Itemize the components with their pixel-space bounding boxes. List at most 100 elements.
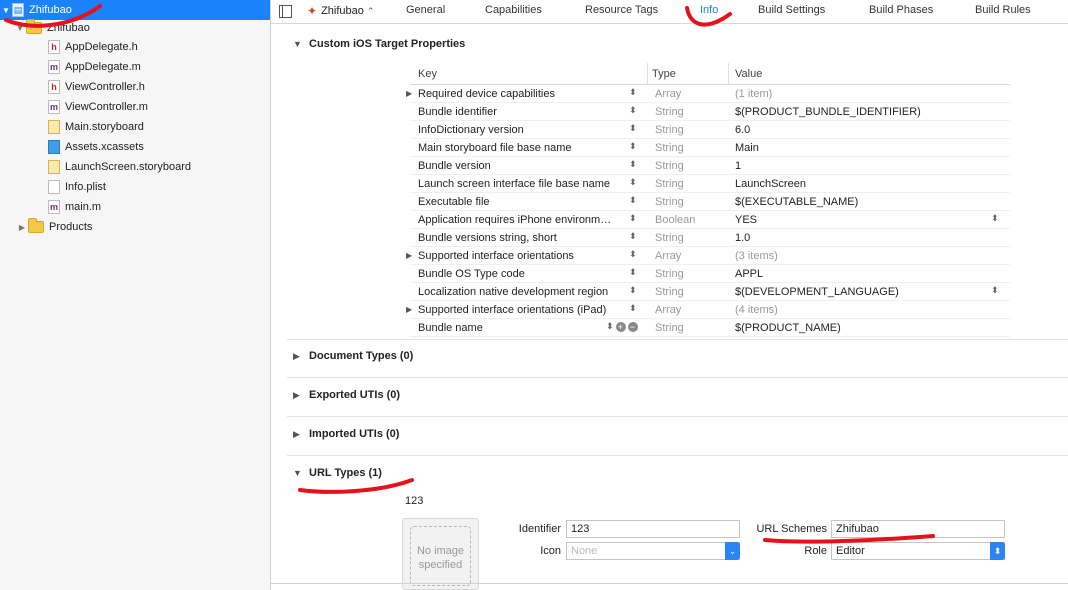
column-header-key[interactable]: Key: [418, 68, 437, 80]
chevron-updown-icon[interactable]: ⬍: [629, 249, 637, 260]
chevron-updown-icon[interactable]: ⬍: [629, 267, 637, 278]
navigator-item-project[interactable]: ▼ ▤ Zhifubao: [0, 0, 270, 20]
section-imported-utis[interactable]: ▶ Imported UTIs (0): [293, 428, 399, 440]
section-custom-properties[interactable]: ▼ Custom iOS Target Properties: [293, 38, 465, 50]
chevron-updown-icon[interactable]: ⬍: [629, 123, 637, 134]
disclosure-closed-icon[interactable]: ▶: [406, 305, 412, 314]
chevron-updown-icon[interactable]: ⬍: [629, 285, 637, 296]
tab-build-settings[interactable]: Build Settings: [758, 4, 825, 16]
icon-combo[interactable]: None ⌄: [566, 542, 740, 560]
table-row[interactable]: Launch screen interface file base name ⬍…: [410, 175, 1010, 193]
role-popup[interactable]: Editor ⬍: [831, 542, 1005, 560]
row-type[interactable]: String: [655, 178, 684, 190]
chevron-down-icon[interactable]: ⌄: [725, 542, 740, 560]
navigator-file-item[interactable]: h AppDelegate.h: [0, 37, 270, 57]
row-type[interactable]: String: [655, 196, 684, 208]
column-separator[interactable]: [647, 63, 648, 84]
navigator-file-item[interactable]: Assets.xcassets: [0, 137, 270, 157]
row-value[interactable]: YES: [735, 214, 757, 226]
table-row[interactable]: Main storyboard file base name ⬍ String …: [410, 139, 1010, 157]
table-row[interactable]: Localization native development region ⬍…: [410, 283, 1010, 301]
disclosure-closed-icon[interactable]: ▶: [293, 351, 309, 362]
row-type[interactable]: String: [655, 106, 684, 118]
chevron-updown-icon[interactable]: ⬍: [629, 195, 637, 206]
tab-resource-tags[interactable]: Resource Tags: [585, 4, 658, 16]
row-type[interactable]: Array: [655, 250, 681, 262]
table-row[interactable]: Bundle versions string, short ⬍ String 1…: [410, 229, 1010, 247]
navigator-file-item[interactable]: m ViewController.m: [0, 97, 270, 117]
table-row[interactable]: Bundle name ⬍ + − String $(PRODUCT_NAME): [410, 319, 1010, 337]
tab-capabilities[interactable]: Capabilities: [485, 4, 542, 16]
row-type[interactable]: Array: [655, 88, 681, 100]
table-row[interactable]: Bundle version ⬍ String 1: [410, 157, 1010, 175]
chevron-updown-icon[interactable]: ⬍: [629, 159, 637, 170]
chevron-updown-icon[interactable]: ⬍: [629, 303, 637, 314]
section-exported-utis[interactable]: ▶ Exported UTIs (0): [293, 389, 400, 401]
chevron-updown-icon[interactable]: ⬍: [629, 213, 637, 224]
remove-row-icon[interactable]: −: [627, 321, 638, 332]
row-value[interactable]: LaunchScreen: [735, 178, 806, 190]
row-type[interactable]: String: [655, 322, 684, 334]
chevron-updown-icon[interactable]: ⬍: [990, 542, 1005, 560]
table-row[interactable]: Bundle identifier ⬍ String $(PRODUCT_BUN…: [410, 103, 1010, 121]
row-type[interactable]: Array: [655, 304, 681, 316]
disclosure-closed-icon[interactable]: ▶: [293, 429, 309, 440]
navigator-file-item[interactable]: m main.m: [0, 197, 270, 217]
chevron-updown-icon[interactable]: ⬍: [629, 231, 637, 242]
section-url-types[interactable]: ▼ URL Types (1): [293, 467, 382, 479]
value-popup-chevron-icon[interactable]: ⬍: [991, 285, 999, 296]
tab-build-rules[interactable]: Build Rules: [975, 4, 1031, 16]
row-value[interactable]: $(EXECUTABLE_NAME): [735, 196, 858, 208]
disclosure-closed-icon[interactable]: ▶: [293, 390, 309, 401]
navigator-file-item[interactable]: Info.plist: [0, 177, 270, 197]
table-row[interactable]: Application requires iPhone environm… ⬍ …: [410, 211, 1010, 229]
url-icon-well[interactable]: No image specified: [402, 518, 479, 590]
chevron-updown-icon[interactable]: ⬍: [629, 141, 637, 152]
disclosure-closed-icon[interactable]: ▶: [406, 89, 412, 98]
column-header-value[interactable]: Value: [735, 68, 762, 80]
row-type[interactable]: String: [655, 160, 684, 172]
column-separator[interactable]: [728, 63, 729, 84]
column-header-type[interactable]: Type: [652, 68, 676, 80]
disclosure-open-icon[interactable]: ▼: [293, 468, 309, 478]
chevron-updown-icon[interactable]: ⬍: [629, 177, 637, 188]
navigator-file-item[interactable]: Main.storyboard: [0, 117, 270, 137]
tab-info[interactable]: Info: [700, 4, 718, 16]
navigator-item-group[interactable]: ▼ Zhifubao: [0, 18, 270, 38]
row-value[interactable]: Main: [735, 142, 759, 154]
chevron-updown-icon[interactable]: ⬍: [629, 105, 637, 116]
row-type[interactable]: String: [655, 286, 684, 298]
row-value[interactable]: 1: [735, 160, 741, 172]
table-row[interactable]: ▶ Required device capabilities ⬍ Array (…: [406, 85, 1010, 103]
disclosure-open-icon[interactable]: ▼: [14, 24, 26, 33]
row-value[interactable]: $(PRODUCT_NAME): [735, 322, 841, 334]
navigator-file-item[interactable]: LaunchScreen.storyboard: [0, 157, 270, 177]
row-type[interactable]: Boolean: [655, 214, 695, 226]
chevron-updown-icon[interactable]: ⬍: [629, 87, 637, 98]
table-row[interactable]: Executable file ⬍ String $(EXECUTABLE_NA…: [410, 193, 1010, 211]
row-value[interactable]: $(DEVELOPMENT_LANGUAGE): [735, 286, 899, 298]
tab-general[interactable]: General: [406, 4, 445, 16]
sidebar-toggle-icon[interactable]: [279, 5, 292, 18]
identifier-field[interactable]: 123: [566, 520, 740, 538]
table-row[interactable]: ▶ Supported interface orientations (iPad…: [406, 301, 1010, 319]
row-type[interactable]: String: [655, 124, 684, 136]
url-schemes-field[interactable]: Zhifubao: [831, 520, 1005, 538]
table-row[interactable]: InfoDictionary version ⬍ String 6.0: [410, 121, 1010, 139]
tab-build-phases[interactable]: Build Phases: [869, 4, 933, 16]
row-type[interactable]: String: [655, 268, 684, 280]
row-value[interactable]: APPL: [735, 268, 763, 280]
disclosure-closed-icon[interactable]: ▶: [406, 251, 412, 260]
navigator-file-item[interactable]: h ViewController.h: [0, 77, 270, 97]
navigator-item-products[interactable]: ▶ Products: [0, 217, 270, 237]
row-value[interactable]: $(PRODUCT_BUNDLE_IDENTIFIER): [735, 106, 921, 118]
target-selector[interactable]: ✦ Zhifubao ⌃: [307, 4, 374, 18]
row-type[interactable]: String: [655, 232, 684, 244]
disclosure-open-icon[interactable]: ▼: [293, 39, 309, 49]
add-row-icon[interactable]: +: [615, 321, 626, 332]
value-popup-chevron-icon[interactable]: ⬍: [991, 213, 999, 224]
row-value[interactable]: 1.0: [735, 232, 750, 244]
row-value[interactable]: 6.0: [735, 124, 750, 136]
disclosure-open-icon[interactable]: ▼: [0, 6, 12, 15]
disclosure-closed-icon[interactable]: ▶: [16, 223, 28, 232]
